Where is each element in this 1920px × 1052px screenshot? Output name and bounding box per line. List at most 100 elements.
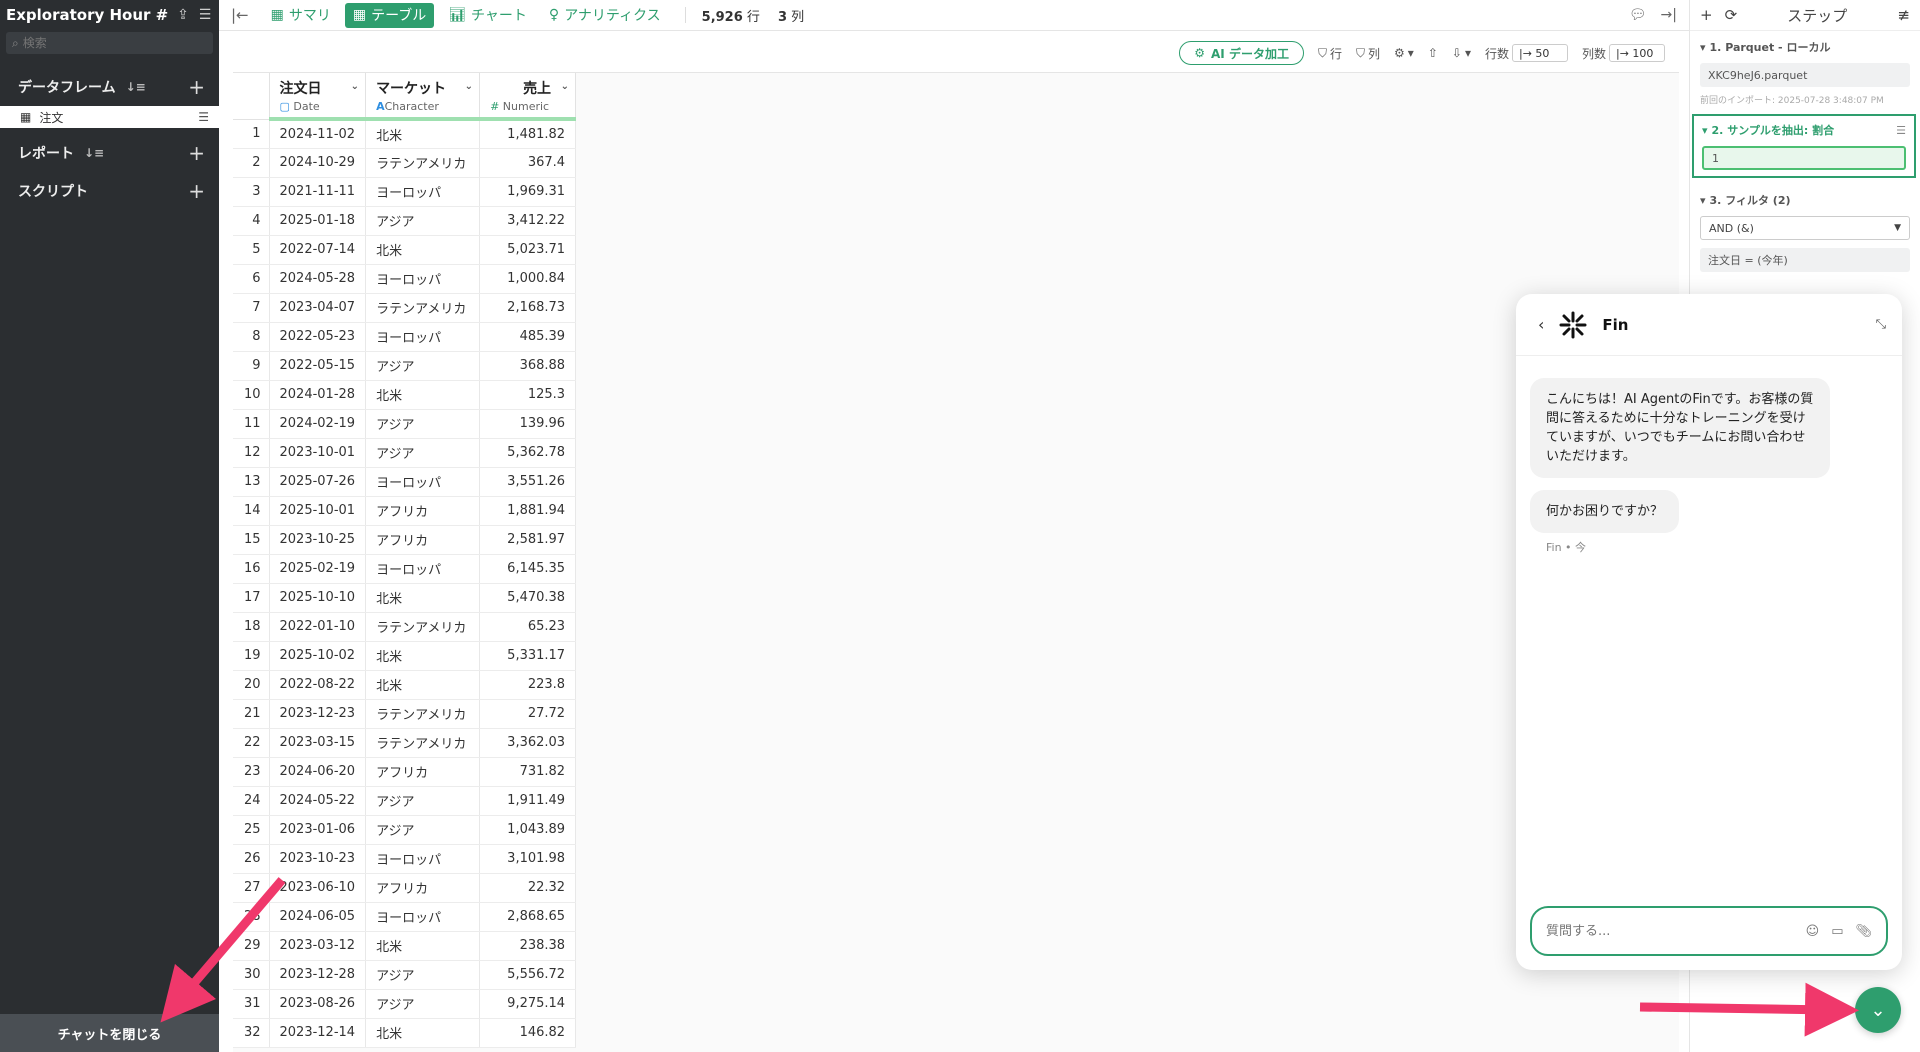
refresh-icon[interactable]: ⟳ bbox=[1725, 6, 1738, 24]
cell-market[interactable]: 北米 bbox=[365, 380, 481, 410]
cell-order-date[interactable]: 2024-02-19 bbox=[269, 409, 367, 439]
chevron-down-icon[interactable]: ⌄ bbox=[561, 81, 569, 92]
cell-sales[interactable]: 1,000.84 bbox=[479, 264, 577, 294]
cell-order-date[interactable]: 2023-01-06 bbox=[269, 815, 367, 845]
rows-limit-input[interactable]: |→ 50 bbox=[1511, 44, 1568, 62]
cell-order-date[interactable]: 2023-08-26 bbox=[269, 989, 367, 1019]
data-table-container[interactable]: 注文日 ▢ Date ⌄ マーケット ACharacter ⌄ 売上 # Num… bbox=[233, 72, 1679, 1052]
settings-button[interactable]: ⚙ ▾ bbox=[1394, 46, 1414, 60]
cell-sales[interactable]: 223.8 bbox=[479, 670, 577, 700]
cell-market[interactable]: ラテンアメリカ bbox=[365, 148, 481, 178]
cell-market[interactable]: 北米 bbox=[365, 1018, 481, 1048]
chat-input[interactable] bbox=[1546, 923, 1794, 939]
cell-sales[interactable]: 2,168.73 bbox=[479, 293, 577, 323]
cell-market[interactable]: アフリカ bbox=[365, 525, 481, 555]
cols-limit-input[interactable]: |→ 100 bbox=[1609, 44, 1665, 62]
cell-market[interactable]: ラテンアメリカ bbox=[365, 612, 481, 642]
cell-sales[interactable]: 1,881.94 bbox=[479, 496, 577, 526]
cell-order-date[interactable]: 2024-06-20 bbox=[269, 757, 367, 787]
cell-order-date[interactable]: 2024-06-05 bbox=[269, 902, 367, 932]
add-dataframe-icon[interactable]: + bbox=[188, 75, 205, 99]
cell-market[interactable]: アフリカ bbox=[365, 873, 481, 903]
filter-logic-select[interactable]: AND (&) ▼ bbox=[1700, 216, 1910, 240]
collapse-right-icon[interactable]: →| bbox=[1661, 7, 1677, 23]
cell-sales[interactable]: 238.38 bbox=[479, 931, 577, 961]
sidebar-search[interactable]: ⌕ bbox=[6, 32, 213, 54]
cell-order-date[interactable]: 2023-10-25 bbox=[269, 525, 367, 555]
cell-market[interactable]: アジア bbox=[365, 351, 481, 381]
cell-sales[interactable]: 2,868.65 bbox=[479, 902, 577, 932]
cell-market[interactable]: ヨーロッパ bbox=[365, 264, 481, 294]
cell-order-date[interactable]: 2022-07-14 bbox=[269, 235, 367, 265]
row-filter-button[interactable]: ⛉ 行 bbox=[1318, 45, 1342, 62]
cell-market[interactable]: アジア bbox=[365, 409, 481, 439]
cell-order-date[interactable]: 2023-12-28 bbox=[269, 960, 367, 990]
cell-sales[interactable]: 1,481.82 bbox=[479, 119, 577, 149]
cell-sales[interactable]: 5,331.17 bbox=[479, 641, 577, 671]
cell-market[interactable]: 北米 bbox=[365, 641, 481, 671]
sort-icon[interactable]: ↓≡ bbox=[84, 146, 104, 160]
cell-order-date[interactable]: 2023-10-23 bbox=[269, 844, 367, 874]
add-report-icon[interactable]: + bbox=[188, 141, 205, 165]
cell-market[interactable]: 北米 bbox=[365, 670, 481, 700]
cell-market[interactable]: 北米 bbox=[365, 119, 481, 149]
chat-toggle-button[interactable]: ⌄ bbox=[1855, 987, 1901, 1033]
emoji-icon[interactable]: ☺ bbox=[1806, 924, 1820, 939]
cell-market[interactable]: ヨーロッパ bbox=[365, 322, 481, 352]
cell-order-date[interactable]: 2022-08-22 bbox=[269, 670, 367, 700]
cell-order-date[interactable]: 2024-01-28 bbox=[269, 380, 367, 410]
export-button[interactable]: ⇧ bbox=[1428, 46, 1438, 60]
ai-data-wrangling-button[interactable]: ⚙ AI データ加工 bbox=[1179, 41, 1304, 65]
step-item[interactable]: ▾ 3. フィルタ (2) AND (&) ▼ 注文日 = (今年) bbox=[1690, 184, 1920, 280]
cell-market[interactable]: 北米 bbox=[365, 235, 481, 265]
add-step-icon[interactable]: + bbox=[1700, 6, 1713, 24]
cell-sales[interactable]: 3,412.22 bbox=[479, 206, 577, 236]
cell-order-date[interactable]: 2023-03-15 bbox=[269, 728, 367, 758]
cell-sales[interactable]: 485.39 bbox=[479, 322, 577, 352]
column-filter-button[interactable]: ⛉ 列 bbox=[1356, 45, 1380, 62]
cell-sales[interactable]: 3,362.03 bbox=[479, 728, 577, 758]
cell-order-date[interactable]: 2025-01-18 bbox=[269, 206, 367, 236]
cell-order-date[interactable]: 2023-12-23 bbox=[269, 699, 367, 729]
hamburger-menu-icon[interactable]: ☰ bbox=[197, 7, 213, 23]
step-value[interactable]: 1 bbox=[1702, 146, 1906, 170]
cell-market[interactable]: ヨーロッパ bbox=[365, 554, 481, 584]
column-header-sales[interactable]: 売上 # Numeric ⌄ bbox=[479, 73, 577, 121]
cell-order-date[interactable]: 2024-05-22 bbox=[269, 786, 367, 816]
cell-sales[interactable]: 1,911.49 bbox=[479, 786, 577, 816]
cell-order-date[interactable]: 2022-05-15 bbox=[269, 351, 367, 381]
cell-market[interactable]: ヨーロッパ bbox=[365, 902, 481, 932]
cell-sales[interactable]: 125.3 bbox=[479, 380, 577, 410]
cell-sales[interactable]: 5,362.78 bbox=[479, 438, 577, 468]
cell-market[interactable]: アフリカ bbox=[365, 757, 481, 787]
cell-market[interactable]: アジア bbox=[365, 960, 481, 990]
cell-sales[interactable]: 27.72 bbox=[479, 699, 577, 729]
cell-sales[interactable]: 367.4 bbox=[479, 148, 577, 178]
comment-icon[interactable]: 💬︎ bbox=[1629, 7, 1647, 23]
cell-order-date[interactable]: 2025-07-26 bbox=[269, 467, 367, 497]
cell-market[interactable]: アフリカ bbox=[365, 496, 481, 526]
cell-sales[interactable]: 3,551.26 bbox=[479, 467, 577, 497]
cell-sales[interactable]: 65.23 bbox=[479, 612, 577, 642]
cell-order-date[interactable]: 2023-06-10 bbox=[269, 873, 367, 903]
cell-sales[interactable]: 1,969.31 bbox=[479, 177, 577, 207]
sort-icon[interactable]: ↓≡ bbox=[126, 80, 146, 94]
cell-order-date[interactable]: 2025-02-19 bbox=[269, 554, 367, 584]
cell-market[interactable]: アジア bbox=[365, 786, 481, 816]
cell-sales[interactable]: 2,581.97 bbox=[479, 525, 577, 555]
download-button[interactable]: ⇩ ▾ bbox=[1452, 46, 1471, 60]
sidebar-search-input[interactable] bbox=[22, 36, 193, 50]
sidebar-item-dataframe[interactable]: ▦ 注文 ☰ bbox=[0, 106, 219, 128]
cell-market[interactable]: アジア bbox=[365, 206, 481, 236]
tab-chart[interactable]: 📊︎ チャート bbox=[440, 3, 535, 28]
upload-icon[interactable]: ⇪ bbox=[175, 7, 191, 23]
gif-icon[interactable]: ▭ bbox=[1831, 924, 1843, 939]
cell-sales[interactable]: 368.88 bbox=[479, 351, 577, 381]
scripts-section[interactable]: スクリプト + bbox=[0, 172, 219, 210]
cell-sales[interactable]: 5,470.38 bbox=[479, 583, 577, 613]
cell-market[interactable]: ヨーロッパ bbox=[365, 844, 481, 874]
cell-order-date[interactable]: 2023-10-01 bbox=[269, 438, 367, 468]
step-menu-icon[interactable]: ☰ bbox=[1896, 124, 1906, 137]
cell-order-date[interactable]: 2022-05-23 bbox=[269, 322, 367, 352]
cell-market[interactable]: アジア bbox=[365, 438, 481, 468]
